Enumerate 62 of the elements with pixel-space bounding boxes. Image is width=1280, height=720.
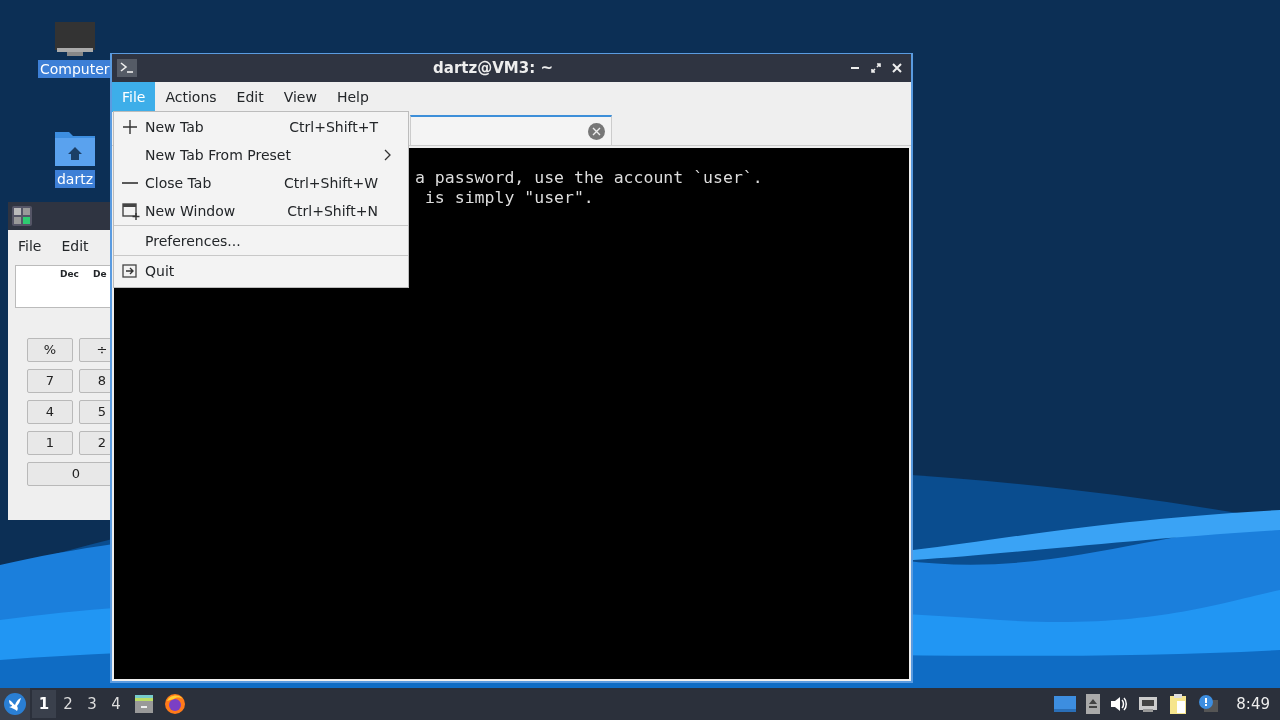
display-label: Dec <box>60 268 79 281</box>
menu-item[interactable]: Edit <box>61 236 89 257</box>
menu-item-label: New Tab From Preset <box>145 145 291 165</box>
close-icon[interactable] <box>891 62 903 74</box>
clipboard-icon[interactable] <box>1168 693 1189 715</box>
bird-icon[interactable] <box>4 693 26 715</box>
menu-item[interactable]: Help <box>326 82 379 112</box>
menu-item[interactable]: Edit <box>226 82 274 112</box>
key-button[interactable]: 1 <box>27 431 73 455</box>
key-button[interactable]: 7 <box>27 369 73 393</box>
terminal-icon <box>117 59 137 77</box>
desktop-icon-label[interactable]: dartz <box>54 170 96 188</box>
shortcut-label: Ctrl+Shift+N <box>287 201 379 221</box>
display-label: De <box>92 268 107 281</box>
menu-item[interactable]: View <box>273 82 327 112</box>
volume-icon[interactable] <box>1110 695 1129 713</box>
window-title: dartz@VM3: ~ <box>432 57 554 79</box>
menu-item-label: New Window <box>145 201 236 221</box>
key-button[interactable]: 8 <box>79 369 110 393</box>
menu-item[interactable]: New Tab From Preset <box>114 141 408 169</box>
desktop-icon[interactable] <box>1054 696 1077 712</box>
key-button[interactable]: 0 <box>27 462 110 486</box>
menu-item[interactable]: Actions <box>155 82 227 112</box>
calculator-icon <box>12 206 32 226</box>
workspace-button[interactable]: 1 <box>32 690 56 718</box>
key-button[interactable]: ÷ <box>79 338 110 362</box>
menu-item[interactable]: File <box>18 236 42 257</box>
menu-item-label: New Tab <box>145 117 204 137</box>
chevron-right-icon <box>384 149 392 161</box>
desktop-icon-label[interactable]: Computer <box>38 60 112 78</box>
clock-text[interactable]: 8:49 <box>1236 692 1270 716</box>
plus-icon <box>122 119 138 135</box>
menu-item[interactable]: Quit <box>114 257 408 285</box>
menu-item-label: Close Tab <box>145 173 212 193</box>
maximize-icon[interactable] <box>870 62 882 74</box>
key-button[interactable]: % <box>27 338 73 362</box>
shortcut-label: Ctrl+Shift+W <box>283 173 379 193</box>
minus-icon <box>122 182 138 184</box>
terminal-tab[interactable] <box>410 115 612 145</box>
menu-item[interactable]: Close Tab Ctrl+Shift+W <box>114 169 408 197</box>
menu-item-label: Preferences... <box>145 231 241 251</box>
workspace-button[interactable]: 2 <box>56 690 80 718</box>
terminal-text: is simply "user". <box>424 188 595 208</box>
file-cabinet-icon[interactable] <box>134 694 154 714</box>
notification-icon[interactable] <box>1198 694 1219 714</box>
menu-item-label: Quit <box>145 261 175 281</box>
network-icon[interactable] <box>1138 695 1159 713</box>
key-button[interactable]: 4 <box>27 400 73 424</box>
browser-icon[interactable] <box>164 693 186 715</box>
workspace-button[interactable]: 4 <box>104 690 128 718</box>
shortcut-label: Ctrl+Shift+T <box>289 117 379 137</box>
menu-item[interactable]: New Tab Ctrl+Shift+T <box>114 113 408 141</box>
key-button[interactable]: 5 <box>79 400 110 424</box>
key-button[interactable]: 2 <box>79 431 110 455</box>
menu-item[interactable]: Preferences... <box>114 227 408 255</box>
eject-icon[interactable] <box>1086 694 1101 714</box>
terminal-text: a password, use the account `user`. <box>415 168 764 188</box>
workspace-button[interactable]: 3 <box>80 690 104 718</box>
new-window-icon <box>122 202 140 220</box>
menu-item[interactable]: New Window Ctrl+Shift+N <box>114 197 408 225</box>
computer-icon[interactable] <box>52 20 97 58</box>
exit-icon <box>122 264 138 278</box>
